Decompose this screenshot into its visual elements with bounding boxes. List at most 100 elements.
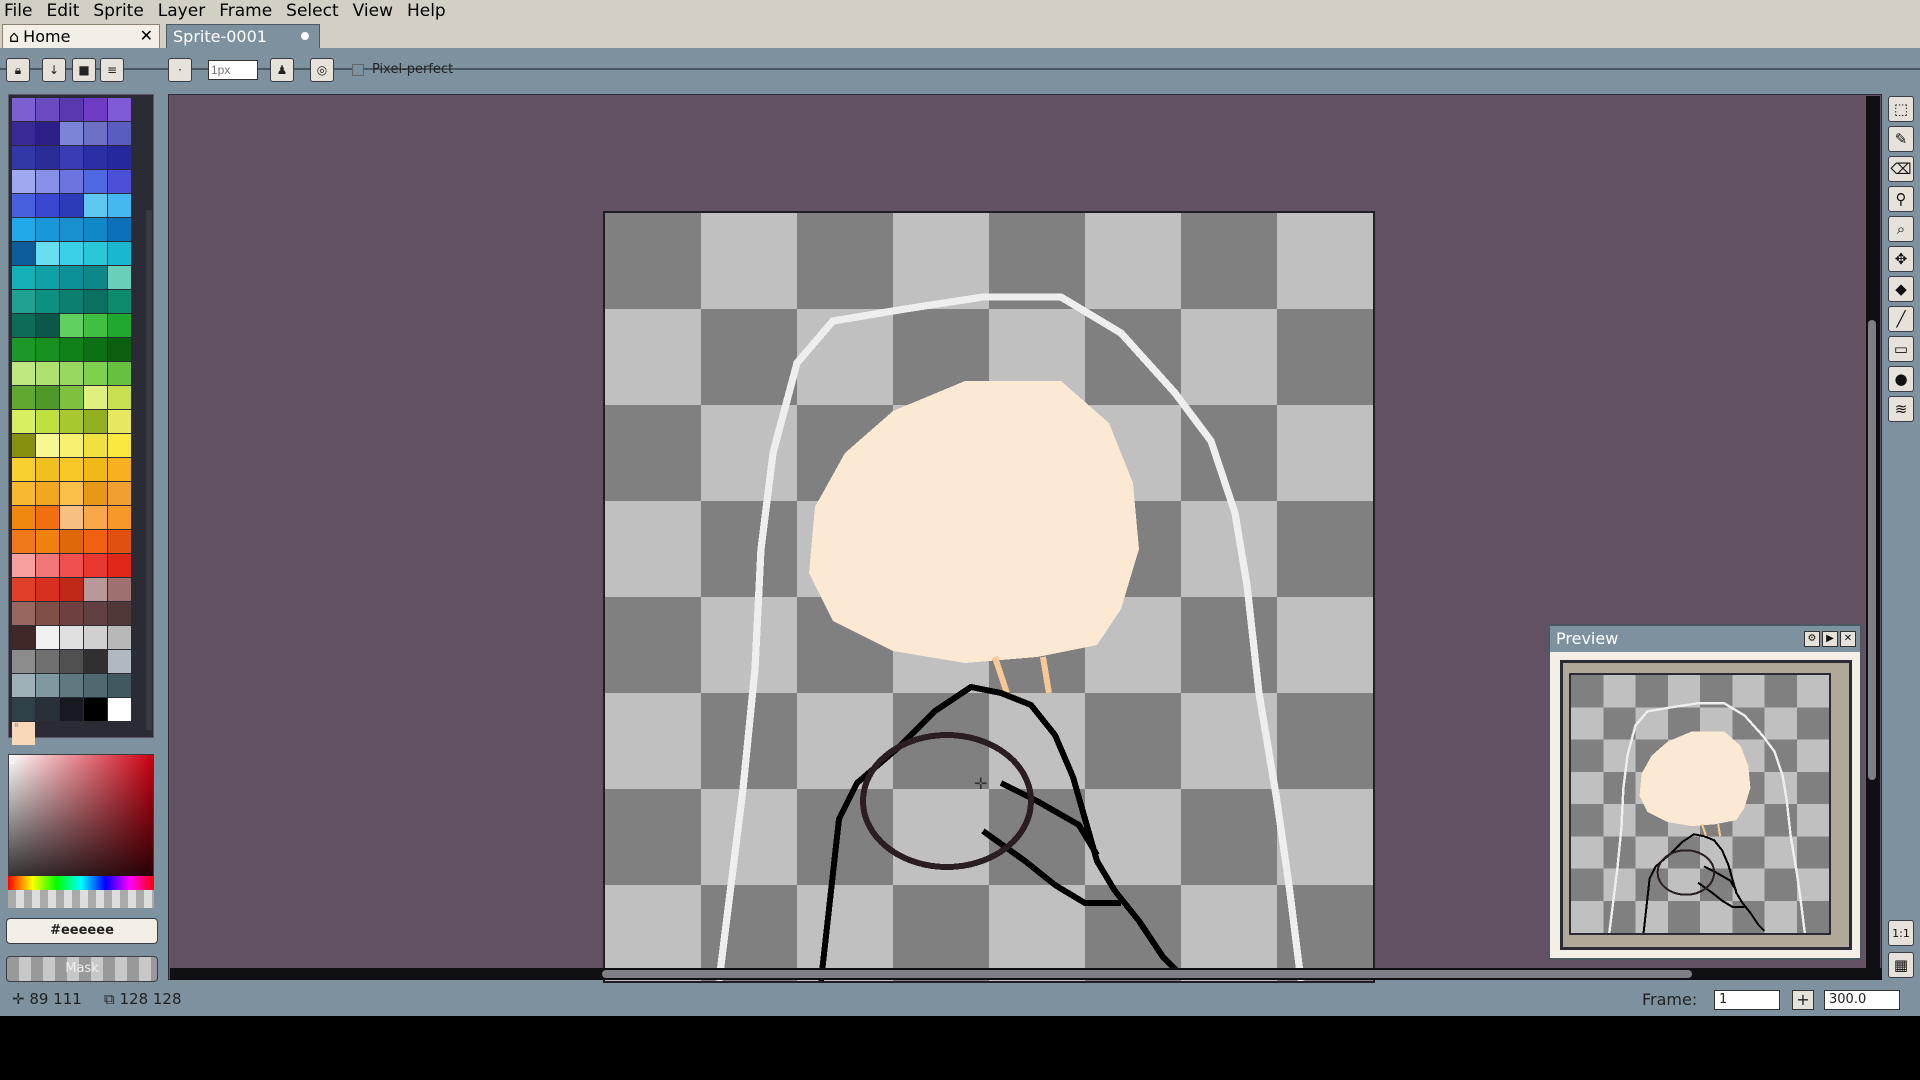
palette-swatch[interactable] bbox=[108, 314, 131, 337]
palette-swatch[interactable] bbox=[12, 458, 35, 481]
palette-swatch[interactable] bbox=[12, 578, 35, 601]
palette-swatch[interactable] bbox=[12, 290, 35, 313]
palette-swatch[interactable] bbox=[84, 626, 107, 649]
palette-swatch[interactable] bbox=[84, 194, 107, 217]
add-frame-button[interactable]: + bbox=[1792, 990, 1814, 1010]
palette-swatch[interactable] bbox=[108, 698, 131, 721]
palette-swatch[interactable] bbox=[84, 362, 107, 385]
palette-swatch[interactable] bbox=[60, 458, 83, 481]
palette-swatch[interactable] bbox=[108, 434, 131, 457]
palette-swatch[interactable] bbox=[36, 554, 59, 577]
palette-swatch[interactable] bbox=[36, 338, 59, 361]
palette-swatch[interactable] bbox=[12, 194, 35, 217]
palette-swatch[interactable] bbox=[108, 506, 131, 529]
brush-shape-icon[interactable]: · bbox=[168, 58, 192, 82]
alpha-slider[interactable] bbox=[8, 890, 154, 908]
unsaved-dot-icon[interactable] bbox=[301, 32, 309, 40]
palette-swatch[interactable] bbox=[108, 458, 131, 481]
menu-layer[interactable]: Layer bbox=[158, 1, 205, 21]
palette-swatch[interactable] bbox=[60, 386, 83, 409]
menu-lines-icon[interactable]: ≡ bbox=[100, 58, 124, 82]
palette-swatch[interactable] bbox=[12, 146, 35, 169]
palette-swatch[interactable] bbox=[108, 410, 131, 433]
palette-swatch[interactable] bbox=[84, 242, 107, 265]
palette-swatch[interactable] bbox=[36, 98, 59, 121]
palette-swatch[interactable] bbox=[36, 290, 59, 313]
palette-swatch[interactable] bbox=[108, 530, 131, 553]
palette-swatch[interactable] bbox=[108, 338, 131, 361]
palette-swatch[interactable] bbox=[36, 314, 59, 337]
eyedropper-icon[interactable]: ⚲ bbox=[1888, 186, 1914, 212]
palette-swatch[interactable] bbox=[60, 482, 83, 505]
preview-settings-icon[interactable]: ⚙ bbox=[1804, 631, 1820, 647]
zoom-icon[interactable]: ⌕ bbox=[1888, 216, 1914, 242]
pencil-icon[interactable]: ✎ bbox=[1888, 126, 1914, 152]
ink-icon[interactable]: ♟ bbox=[270, 58, 294, 82]
palette-swatch[interactable] bbox=[36, 482, 59, 505]
palette-swatch[interactable] bbox=[60, 674, 83, 697]
palette-swatch[interactable] bbox=[36, 122, 59, 145]
palette-swatch[interactable] bbox=[84, 602, 107, 625]
palette-swatch[interactable] bbox=[60, 506, 83, 529]
palette-swatch[interactable] bbox=[84, 698, 107, 721]
palette-swatch[interactable] bbox=[108, 626, 131, 649]
palette-swatch[interactable] bbox=[36, 458, 59, 481]
stop-icon[interactable]: ■ bbox=[72, 58, 96, 82]
palette-swatch[interactable] bbox=[60, 122, 83, 145]
symmetry-icon[interactable]: ◎ bbox=[310, 58, 334, 82]
palette-swatch[interactable] bbox=[84, 458, 107, 481]
palette-swatch[interactable] bbox=[12, 170, 35, 193]
move-icon[interactable]: ✥ bbox=[1888, 246, 1914, 272]
palette-swatch[interactable] bbox=[36, 242, 59, 265]
palette-swatch[interactable] bbox=[36, 650, 59, 673]
palette-swatch[interactable] bbox=[12, 482, 35, 505]
palette-swatch[interactable] bbox=[36, 698, 59, 721]
palette-swatch[interactable] bbox=[12, 674, 35, 697]
palette-swatch[interactable] bbox=[12, 554, 35, 577]
palette-swatch[interactable] bbox=[108, 122, 131, 145]
palette-swatch[interactable] bbox=[108, 554, 131, 577]
palette-swatch[interactable] bbox=[60, 650, 83, 673]
palette-swatch[interactable] bbox=[60, 626, 83, 649]
palette-swatch[interactable] bbox=[36, 530, 59, 553]
palette-swatch[interactable] bbox=[60, 266, 83, 289]
palette-swatch[interactable] bbox=[108, 290, 131, 313]
palette-swatch[interactable] bbox=[60, 530, 83, 553]
menu-sprite[interactable]: Sprite bbox=[93, 1, 143, 21]
menu-frame[interactable]: Frame bbox=[219, 1, 272, 21]
menu-view[interactable]: View bbox=[353, 1, 393, 21]
palette-swatch[interactable] bbox=[84, 290, 107, 313]
palette-swatch[interactable] bbox=[84, 98, 107, 121]
palette-swatch[interactable] bbox=[12, 506, 35, 529]
tab-sprite[interactable]: Sprite-0001 bbox=[166, 24, 320, 48]
palette-swatch[interactable] bbox=[108, 674, 131, 697]
menu-file[interactable]: File bbox=[4, 1, 32, 21]
brush-size-input[interactable] bbox=[208, 60, 258, 80]
palette-swatch[interactable] bbox=[84, 434, 107, 457]
zoom-input[interactable]: 300.0 bbox=[1824, 990, 1900, 1010]
palette-swatch[interactable] bbox=[12, 218, 35, 241]
preview-play-icon[interactable]: ▶ bbox=[1822, 631, 1838, 647]
palette-swatch[interactable] bbox=[108, 386, 131, 409]
rectangle-icon[interactable]: ▭ bbox=[1888, 336, 1914, 362]
palette-swatch[interactable] bbox=[12, 338, 35, 361]
palette-swatch[interactable] bbox=[108, 650, 131, 673]
ratio-button[interactable]: 1:1 bbox=[1888, 920, 1914, 946]
sprite-canvas[interactable] bbox=[603, 211, 1375, 983]
palette-swatch[interactable] bbox=[12, 650, 35, 673]
vertical-scrollbar-thumb[interactable] bbox=[1868, 320, 1876, 780]
palette-swatch[interactable] bbox=[36, 578, 59, 601]
menu-edit[interactable]: Edit bbox=[46, 1, 79, 21]
rectangular-marquee-icon[interactable]: ⬚ bbox=[1888, 96, 1914, 122]
palette-swatch[interactable] bbox=[84, 674, 107, 697]
palette-swatch[interactable] bbox=[84, 338, 107, 361]
palette-swatch[interactable] bbox=[108, 578, 131, 601]
palette-swatch[interactable] bbox=[60, 146, 83, 169]
palette-swatch[interactable] bbox=[12, 362, 35, 385]
palette-swatch[interactable] bbox=[60, 434, 83, 457]
palette-swatch[interactable] bbox=[84, 146, 107, 169]
palette-swatch[interactable] bbox=[36, 194, 59, 217]
palette-swatch[interactable] bbox=[12, 698, 35, 721]
frame-input[interactable]: 1 bbox=[1714, 990, 1780, 1010]
palette-swatch[interactable] bbox=[60, 194, 83, 217]
